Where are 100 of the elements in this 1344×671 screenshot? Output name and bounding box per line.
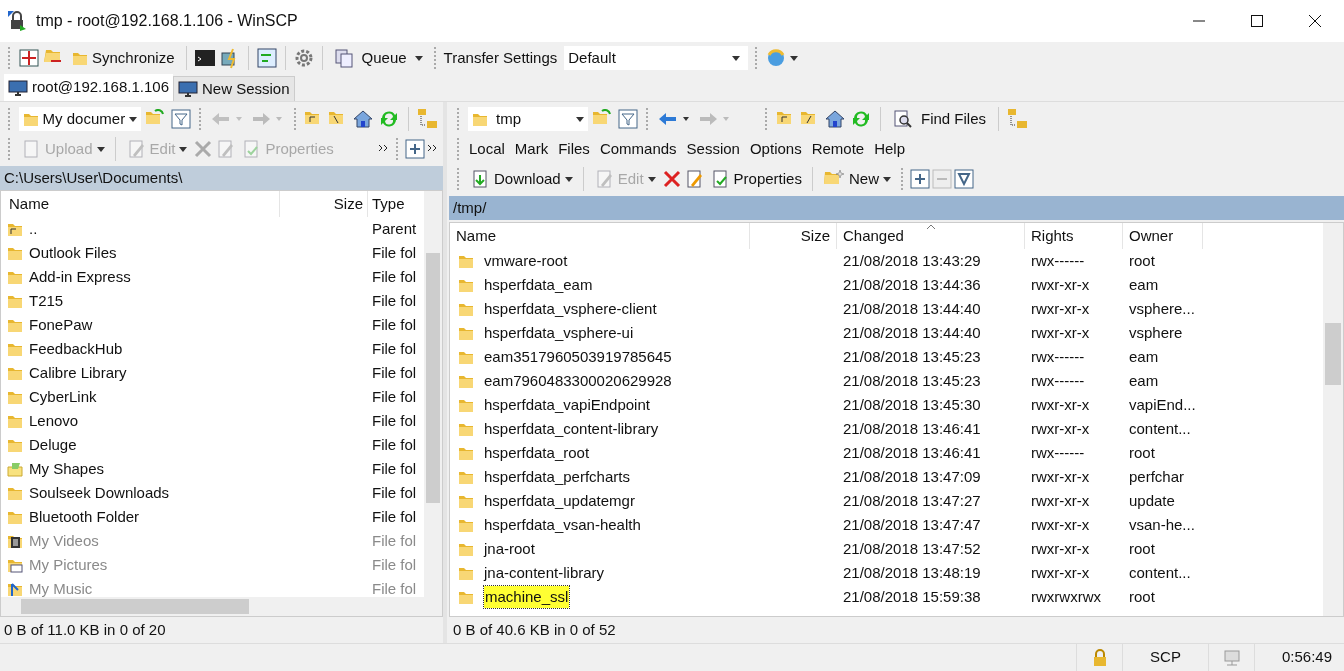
filter-icon[interactable] bbox=[618, 109, 638, 129]
column-header[interactable]: Owner bbox=[1123, 223, 1203, 249]
file-row[interactable]: hsperfdata_perfcharts 21/08/2018 13:47:09 rwxr-xr-x perfchar bbox=[450, 465, 1323, 489]
column-header[interactable]: Name bbox=[1, 191, 280, 217]
filter-icon[interactable] bbox=[171, 109, 192, 129]
menu-item[interactable]: Local bbox=[464, 137, 510, 161]
folder-icon bbox=[458, 469, 474, 485]
column-header[interactable]: Rights bbox=[1025, 223, 1123, 249]
caret-icon[interactable] bbox=[882, 176, 891, 182]
folder-icon bbox=[458, 541, 474, 557]
synchronize-button[interactable]: Synchronize bbox=[68, 45, 179, 71]
file-row[interactable]: jna-root 21/08/2018 13:47:52 rwxr-xr-x root bbox=[450, 537, 1323, 561]
properties-button[interactable]: Properties bbox=[705, 166, 806, 192]
column-header[interactable]: Size bbox=[280, 191, 368, 217]
column-header[interactable]: Name bbox=[450, 223, 750, 249]
location-dropdown[interactable]: tmp bbox=[468, 107, 588, 131]
file-row[interactable]: Lenovo File fol bbox=[1, 409, 424, 433]
vertical-scrollbar[interactable] bbox=[424, 191, 442, 597]
network-icon[interactable] bbox=[1221, 648, 1242, 667]
home-icon[interactable] bbox=[824, 109, 846, 129]
file-type: File fol bbox=[371, 458, 418, 479]
menu-item[interactable]: Mark bbox=[509, 137, 554, 161]
file-name: FeedbackHub bbox=[29, 338, 123, 359]
file-row[interactable]: eam3517960503919785645 21/08/2018 13:45:23 rwx------ eam bbox=[450, 345, 1323, 369]
file-row[interactable]: My Videos File fol bbox=[1, 529, 424, 553]
file-row[interactable]: hsperfdata_vsphere-ui 21/08/2018 13:44:40 rwxr-xr-x vsphere bbox=[450, 321, 1323, 345]
file-row[interactable]: hsperfdata_eam 21/08/2018 13:44:36 rwxr-xr-x eam bbox=[450, 273, 1323, 297]
file-row[interactable]: T215 File fol bbox=[1, 289, 424, 313]
session-tab[interactable]: root@192.168.1.106 bbox=[4, 74, 173, 101]
menu-item[interactable]: Commands bbox=[594, 137, 682, 161]
file-row[interactable]: Deluge File fol bbox=[1, 433, 424, 457]
file-row[interactable]: FonePaw File fol bbox=[1, 313, 424, 337]
horizontal-scrollbar[interactable] bbox=[1, 597, 442, 616]
owner: root bbox=[1128, 442, 1156, 463]
file-row[interactable]: jna-content-library 21/08/2018 13:48:19 rwxr-xr-x content... bbox=[450, 561, 1323, 585]
file-row[interactable]: My Music File fol bbox=[1, 577, 424, 597]
file-row[interactable]: Outlook Files File fol bbox=[1, 241, 424, 265]
file-row[interactable]: machine_ssl 21/08/2018 15:59:38 rwxrwxrwx root bbox=[450, 585, 1323, 609]
file-name: hsperfdata_vsan-health bbox=[484, 514, 641, 535]
select-all-icon[interactable] bbox=[953, 169, 974, 189]
tree-icon[interactable] bbox=[416, 108, 439, 130]
file-name: Lenovo bbox=[29, 410, 79, 431]
home-icon[interactable] bbox=[352, 109, 375, 129]
compare-icon[interactable] bbox=[18, 47, 40, 69]
caret-icon[interactable] bbox=[129, 116, 138, 122]
session-tab[interactable]: New Session bbox=[173, 76, 295, 101]
folder-icon bbox=[458, 445, 474, 461]
file-row[interactable]: Bluetooth Folder File fol bbox=[1, 505, 424, 529]
file-row[interactable]: hsperfdata_vsphere-client 21/08/2018 13:44:40 rwxr-xr-x vsphere... bbox=[450, 297, 1323, 321]
download-icon[interactable] bbox=[470, 169, 490, 189]
menu-item[interactable]: Session bbox=[681, 137, 745, 161]
folder-icon bbox=[7, 437, 23, 453]
file-type: File fol bbox=[371, 362, 418, 383]
file-row[interactable]: eam7960483300020629928 21/08/2018 13:45:23 rwx------ eam bbox=[450, 369, 1323, 393]
owner: content... bbox=[1128, 562, 1192, 583]
vertical-scrollbar[interactable] bbox=[1323, 223, 1343, 616]
file-row[interactable]: vmware-root 21/08/2018 13:43:29 rwx------ root bbox=[450, 249, 1323, 273]
file-row[interactable]: hsperfdata_vapiEndpoint 21/08/2018 13:45:30 rwxr-xr-x vapiEnd... bbox=[450, 393, 1323, 417]
find-files-button[interactable]: Find Files bbox=[889, 106, 991, 132]
caret-icon[interactable] bbox=[790, 55, 799, 61]
rights: rwxr-xr-x bbox=[1030, 514, 1091, 535]
file-row[interactable]: CyberLink File fol bbox=[1, 385, 424, 409]
file-row[interactable]: hsperfdata_vsan-health 21/08/2018 13:47:47 rwxr-xr-x vsan-he... bbox=[450, 513, 1323, 537]
delete-icon[interactable] bbox=[193, 139, 214, 159]
location-dropdown[interactable]: My documer bbox=[18, 107, 142, 131]
file-row[interactable]: .. Parent bbox=[1, 217, 424, 241]
tree-icon[interactable] bbox=[1007, 108, 1030, 130]
terminal-icon[interactable] bbox=[193, 47, 216, 69]
file-row[interactable]: My Pictures File fol bbox=[1, 553, 424, 577]
file-row[interactable]: FeedbackHub File fol bbox=[1, 337, 424, 361]
column-header[interactable]: Type bbox=[368, 191, 424, 217]
lock-icon[interactable] bbox=[8, 11, 28, 31]
documents-icon bbox=[22, 111, 39, 127]
file-row[interactable]: hsperfdata_root 21/08/2018 13:46:41 rwx------ root bbox=[450, 441, 1323, 465]
add-icon[interactable] bbox=[405, 139, 425, 159]
menu-item[interactable]: Files bbox=[553, 137, 595, 161]
file-row[interactable]: hsperfdata_content-library 21/08/2018 13:46:41 rwxr-xr-x content... bbox=[450, 417, 1323, 441]
delete-icon[interactable] bbox=[661, 169, 682, 189]
file-row[interactable]: Soulseek Downloads File fol bbox=[1, 481, 424, 505]
add-icon[interactable] bbox=[909, 169, 930, 189]
rights: rwxr-xr-x bbox=[1030, 418, 1091, 439]
download-button[interactable]: Download bbox=[466, 166, 577, 192]
file-row[interactable]: My Shapes File fol bbox=[1, 457, 424, 481]
file-row[interactable]: Calibre Library File fol bbox=[1, 361, 424, 385]
transfer-settings-dropdown[interactable]: Default bbox=[564, 46, 749, 70]
changed-date: 21/08/2018 13:47:47 bbox=[842, 514, 982, 535]
file-row[interactable]: hsperfdata_updatemgr 21/08/2018 13:47:27 rwxr-xr-x update bbox=[450, 489, 1323, 513]
caret-icon[interactable] bbox=[414, 55, 423, 61]
menu-item[interactable]: Options bbox=[744, 137, 807, 161]
column-header[interactable]: Changed bbox=[837, 223, 1025, 249]
file-row[interactable]: Add-in Express File fol bbox=[1, 265, 424, 289]
caret-icon[interactable] bbox=[576, 116, 584, 122]
queue-button[interactable]: Queue bbox=[329, 45, 427, 71]
column-header[interactable]: Size bbox=[750, 223, 837, 249]
file-type: File fol bbox=[371, 266, 418, 287]
menu-item[interactable]: Remote bbox=[806, 137, 870, 161]
caret-icon[interactable] bbox=[564, 176, 573, 182]
menu-item[interactable]: Help bbox=[869, 137, 911, 161]
caret-icon[interactable] bbox=[732, 55, 741, 61]
new-button[interactable]: New bbox=[818, 166, 895, 192]
